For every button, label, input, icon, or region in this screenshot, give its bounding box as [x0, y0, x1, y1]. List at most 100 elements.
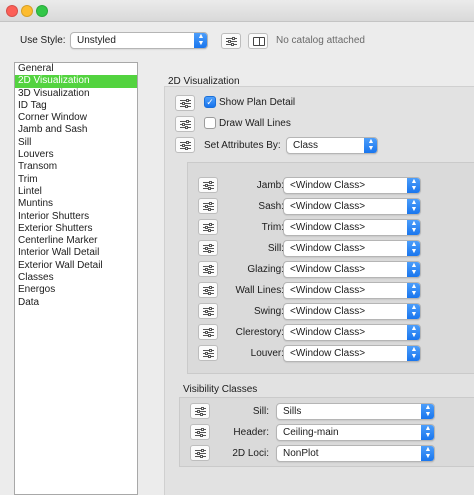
sidebar-item[interactable]: Interior Wall Detail [15, 247, 137, 259]
sliders-icon [195, 449, 206, 458]
sidebar-item[interactable]: Jamb and Sash [15, 124, 137, 136]
class-row-settings-button[interactable] [198, 345, 218, 361]
sliders-icon [203, 286, 214, 295]
visibility-row-select[interactable]: Sills ▲ ▼ [276, 403, 435, 420]
visibility-row-settings-button[interactable] [190, 445, 210, 461]
minimize-window-button[interactable] [21, 5, 33, 17]
visibility-row-select[interactable]: Ceiling-main ▲ ▼ [276, 424, 435, 441]
class-row-settings-button[interactable] [198, 261, 218, 277]
class-row-select[interactable]: <Window Class> ▲ ▼ [283, 324, 421, 341]
class-row-label: Wall Lines: [235, 285, 284, 296]
class-row-label: Glazing: [247, 264, 284, 275]
class-row-value: <Window Class> [290, 180, 366, 191]
class-row-label: Swing: [253, 306, 284, 317]
class-row-select[interactable]: <Window Class> ▲ ▼ [283, 261, 421, 278]
catalog-button[interactable] [248, 33, 268, 49]
class-row-value: <Window Class> [290, 243, 366, 254]
visibility-row-settings-button[interactable] [190, 403, 210, 419]
sliders-icon [203, 223, 214, 232]
sidebar-item[interactable]: Exterior Wall Detail [15, 260, 137, 272]
style-settings-button[interactable] [221, 33, 241, 49]
sidebar-item[interactable]: Transom [15, 161, 137, 173]
class-row-settings-button[interactable] [198, 198, 218, 214]
visibility-classes-title: Visibility Classes [183, 384, 258, 395]
set-attributes-value: Class [293, 140, 319, 151]
class-row-label: Louver: [250, 348, 284, 359]
class-row-select[interactable]: <Window Class> ▲ ▼ [283, 303, 421, 320]
class-row-select[interactable]: <Window Class> ▲ ▼ [283, 240, 421, 257]
class-row-settings-button[interactable] [198, 219, 218, 235]
sidebar-item[interactable]: Sill [15, 137, 137, 149]
chevron-updown-icon: ▲ ▼ [407, 199, 420, 214]
set-attributes-settings-button[interactable] [175, 137, 195, 153]
catalog-status-text: No catalog attached [276, 35, 365, 46]
class-row-settings-button[interactable] [198, 324, 218, 340]
show-plan-detail-label: Show Plan Detail [219, 97, 296, 108]
class-assignments-panel: Jamb: <Window Class> ▲ ▼ Sash: <Window Class>… [187, 162, 474, 374]
sidebar-item[interactable]: Trim [15, 174, 137, 186]
sidebar-item[interactable]: Data [15, 297, 137, 309]
chevron-updown-icon: ▲ ▼ [407, 262, 420, 277]
sliders-icon [226, 37, 237, 46]
sidebar-item[interactable]: 3D Visualization [15, 88, 137, 100]
class-row-settings-button[interactable] [198, 177, 218, 193]
class-row-select[interactable]: <Window Class> ▲ ▼ [283, 177, 421, 194]
set-attributes-select[interactable]: Class ▲ ▼ [286, 137, 378, 154]
sidebar-item[interactable]: Classes [15, 272, 137, 284]
chevron-updown-icon: ▲ ▼ [421, 404, 434, 419]
sliders-icon [195, 407, 206, 416]
sidebar-item[interactable]: 2D Visualization [15, 75, 137, 88]
class-row-label: Sash: [258, 201, 284, 212]
sidebar-item[interactable]: Exterior Shutters [15, 223, 137, 235]
class-row-select[interactable]: <Window Class> ▲ ▼ [283, 345, 421, 362]
sidebar-item[interactable]: Interior Shutters [15, 211, 137, 223]
visibility-row-value: Sills [283, 406, 302, 417]
chevron-updown-icon: ▲ ▼ [407, 241, 420, 256]
sliders-icon [203, 265, 214, 274]
sliders-icon [180, 120, 191, 129]
chevron-updown-icon: ▲ ▼ [421, 446, 434, 461]
class-row-select[interactable]: <Window Class> ▲ ▼ [283, 282, 421, 299]
sidebar-item[interactable]: Muntins [15, 198, 137, 210]
class-row-settings-button[interactable] [198, 240, 218, 256]
chevron-updown-icon: ▲ ▼ [364, 138, 377, 153]
visibility-row-settings-button[interactable] [190, 424, 210, 440]
style-select[interactable]: Unstyled ▲ ▼ [70, 32, 208, 49]
class-row-value: <Window Class> [290, 264, 366, 275]
show-plan-detail-checkbox[interactable]: ✓ [204, 96, 216, 108]
visibility-row-label: 2D Loci: [232, 448, 269, 459]
sidebar-item[interactable]: Louvers [15, 149, 137, 161]
sidebar-item[interactable]: Energos [15, 284, 137, 296]
sliders-icon [203, 349, 214, 358]
visibility-classes-panel: Sill: Sills ▲ ▼ Header: Ceiling-main ▲ ▼ 2D Loci… [179, 397, 474, 467]
class-row-value: <Window Class> [290, 306, 366, 317]
book-icon [253, 37, 265, 46]
chevron-updown-icon: ▲ ▼ [407, 304, 420, 319]
zoom-window-button[interactable] [36, 5, 48, 17]
close-window-button[interactable] [6, 5, 18, 17]
class-row-select[interactable]: <Window Class> ▲ ▼ [283, 219, 421, 236]
chevron-updown-icon: ▲ ▼ [407, 283, 420, 298]
sidebar-item[interactable]: Centerline Marker [15, 235, 137, 247]
draw-wall-lines-checkbox[interactable] [204, 117, 216, 129]
visibility-row-value: Ceiling-main [283, 427, 339, 438]
chevron-updown-icon: ▲ ▼ [194, 33, 207, 48]
class-row-value: <Window Class> [290, 348, 366, 359]
sliders-icon [203, 202, 214, 211]
sidebar-item[interactable]: Lintel [15, 186, 137, 198]
sidebar-item[interactable]: Corner Window [15, 112, 137, 124]
sidebar-item[interactable]: ID Tag [15, 100, 137, 112]
class-row-settings-button[interactable] [198, 282, 218, 298]
class-row-select[interactable]: <Window Class> ▲ ▼ [283, 198, 421, 215]
sliders-icon [203, 181, 214, 190]
sidebar-item[interactable]: General [15, 63, 137, 75]
class-row-settings-button[interactable] [198, 303, 218, 319]
show-plan-detail-settings-button[interactable] [175, 95, 195, 111]
class-row-label: Clerestory: [235, 327, 284, 338]
set-attributes-label: Set Attributes By: [204, 140, 281, 151]
draw-wall-lines-settings-button[interactable] [175, 116, 195, 132]
pane-list[interactable]: General 2D Visualization 3D Visualization I… [14, 62, 138, 495]
visibility-row-select[interactable]: NonPlot ▲ ▼ [276, 445, 435, 462]
class-row-value: <Window Class> [290, 285, 366, 296]
sliders-icon [195, 428, 206, 437]
